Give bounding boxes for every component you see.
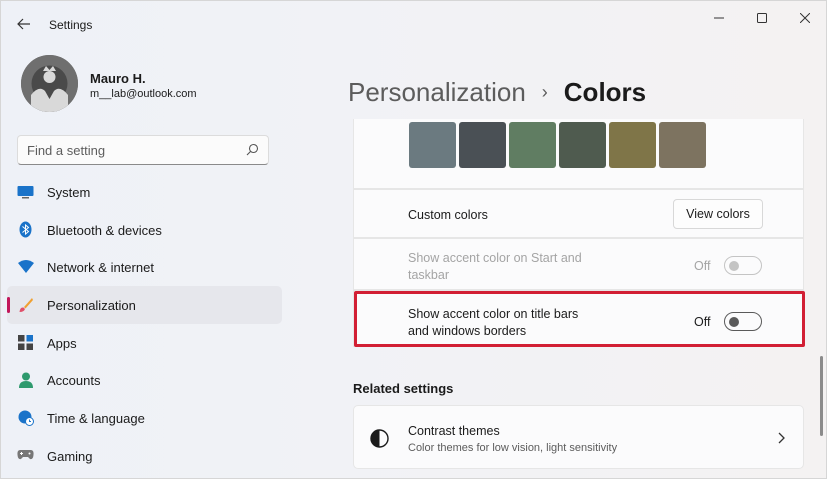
sidebar-nav: System Bluetooth & devices Network & int… [7,173,282,475]
app-title: Settings [49,18,93,32]
search-icon [246,143,259,156]
person-icon [17,371,34,388]
accent-swatch[interactable] [509,122,556,168]
breadcrumb: Personalization › Colors [348,77,646,108]
sidebar-item-gaming[interactable]: Gaming [7,437,282,475]
sidebar-item-label: Personalization [47,298,136,314]
title-bar: Settings [1,1,827,41]
back-arrow-icon [17,18,30,30]
wifi-icon [17,258,34,275]
search-placeholder: Find a setting [27,143,106,158]
avatar [21,55,78,112]
accent-swatch[interactable] [659,122,706,168]
sidebar-item-system[interactable]: System [7,173,282,211]
chevron-right-icon: › [541,82,548,102]
contrast-themes-subtitle: Color themes for low vision, light sensi… [408,442,618,454]
maximize-button[interactable] [747,7,777,29]
sidebar-item-label: System [47,185,91,200]
accent-start-label-line1: Show accent color on Start and [408,251,582,265]
close-button[interactable] [790,7,820,29]
accent-start-label-line2: taskbar [408,268,449,282]
sidebar-item-label: Time & language [47,411,145,427]
accent-start-toggle [724,256,762,275]
active-indicator [7,297,10,314]
search-input[interactable]: Find a setting [17,135,269,165]
sidebar-item-accounts[interactable]: Accounts [7,361,282,399]
accent-swatch[interactable] [559,122,606,168]
minimize-button[interactable] [704,7,734,29]
sidebar-item-apps[interactable]: Apps [7,324,282,362]
contrast-themes-link[interactable]: Contrast themes Color themes for low vis… [353,405,804,469]
monitor-icon [17,183,34,200]
sidebar-item-time-language[interactable]: Time & language [7,399,282,437]
toggle-state-label: Off [694,259,711,273]
sidebar-item-personalization[interactable]: Personalization [7,286,282,324]
accent-swatch[interactable] [459,122,506,168]
contrast-themes-title: Contrast themes [408,424,500,438]
custom-colors-row: Custom colors View colors [353,189,804,238]
sidebar-item-label: Gaming [47,448,93,464]
custom-colors-label: Custom colors [408,208,488,222]
brush-icon [17,296,34,313]
minimize-icon [714,17,724,19]
sidebar-item-network[interactable]: Network & internet [7,248,282,286]
gamepad-icon [17,447,34,464]
toggle-knob [729,261,739,271]
highlight-box [354,291,805,347]
accent-swatch[interactable] [609,122,656,168]
globe-clock-icon [17,409,34,426]
breadcrumb-parent[interactable]: Personalization [348,77,526,108]
maximize-icon [757,13,767,23]
scrollbar[interactable] [820,356,823,436]
close-icon [800,13,810,23]
user-email: m__lab@outlook.com [90,88,197,100]
sidebar-item-label: Bluetooth & devices [47,222,162,238]
view-colors-button[interactable]: View colors [673,199,763,229]
sidebar-item-label: Accounts [47,373,101,389]
accent-swatch[interactable] [409,122,456,168]
page-title: Colors [563,77,647,107]
contrast-icon [370,429,389,448]
sidebar-item-label: Apps [47,335,77,351]
settings-window: Settings Mauro H. m__lab@outlook.com Fin… [0,0,827,479]
bluetooth-icon [17,221,34,238]
sidebar-item-bluetooth[interactable]: Bluetooth & devices [7,211,282,249]
sidebar-item-label: Network & internet [47,260,154,276]
back-button[interactable] [11,11,37,37]
chevron-right-icon [778,432,785,444]
related-settings-heading: Related settings [353,381,454,396]
apps-icon [17,334,34,351]
accent-start-taskbar-row: Show accent color on Start and taskbar O… [353,238,804,290]
user-name: Mauro H. [90,71,146,86]
accent-color-grid [353,119,804,189]
